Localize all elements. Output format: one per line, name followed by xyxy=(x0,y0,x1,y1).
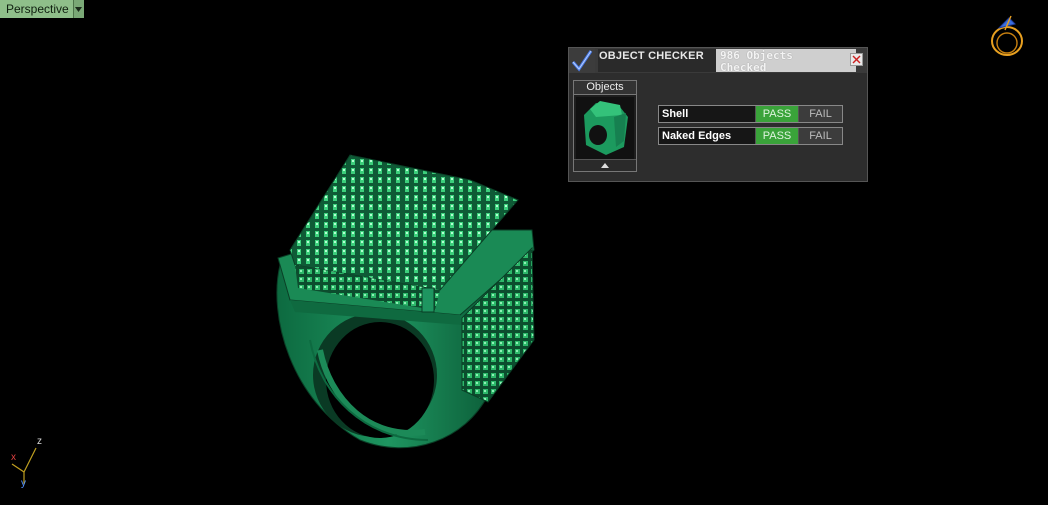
objects-preview[interactable]: Objects xyxy=(573,80,637,172)
check-label: Shell xyxy=(659,106,755,122)
object-checker-icon xyxy=(569,48,595,73)
viewport-menu-button[interactable] xyxy=(72,0,84,18)
viewport-name[interactable]: Perspective xyxy=(0,0,73,18)
axis-y-label: y xyxy=(21,478,26,489)
objects-label: Objects xyxy=(574,81,636,95)
object-checker-panel: OBJECT CHECKER 986 Objects Checked Objec… xyxy=(568,47,868,182)
axis-z-label: z xyxy=(37,436,42,447)
object-thumbnail[interactable] xyxy=(576,97,634,159)
ring-model-render xyxy=(276,154,535,449)
object-checker-header: OBJECT CHECKER 986 Objects Checked xyxy=(569,48,867,74)
navigation-gizmo[interactable] xyxy=(985,10,1029,60)
checkmark-icon xyxy=(569,48,595,73)
check-label: Naked Edges xyxy=(659,128,755,144)
fail-indicator[interactable]: FAIL xyxy=(798,106,842,122)
pass-indicator[interactable]: PASS xyxy=(755,106,798,122)
objects-checked-status: 986 Objects Checked xyxy=(716,49,856,74)
object-checker-title: OBJECT CHECKER xyxy=(598,49,716,72)
ring-thumbnail-icon xyxy=(584,101,628,155)
expand-button[interactable] xyxy=(574,159,636,171)
ring-gizmo-icon xyxy=(991,15,1023,56)
axis-x-label: x xyxy=(11,452,16,463)
close-icon xyxy=(852,55,861,64)
viewport-label[interactable]: Perspective xyxy=(0,0,84,18)
axes-indicator: z x y xyxy=(6,436,50,492)
pass-indicator[interactable]: PASS xyxy=(755,128,798,144)
close-button[interactable] xyxy=(850,53,863,66)
triangle-up-icon xyxy=(601,163,609,168)
chevron-down-icon xyxy=(75,6,83,12)
fail-indicator[interactable]: FAIL xyxy=(798,128,842,144)
check-row-shell: Shell PASS FAIL xyxy=(658,105,843,123)
check-row-naked-edges: Naked Edges PASS FAIL xyxy=(658,127,843,145)
objects-checked-label: Checked xyxy=(720,61,767,74)
ring-model[interactable] xyxy=(250,140,560,460)
axes-icon xyxy=(11,447,37,484)
